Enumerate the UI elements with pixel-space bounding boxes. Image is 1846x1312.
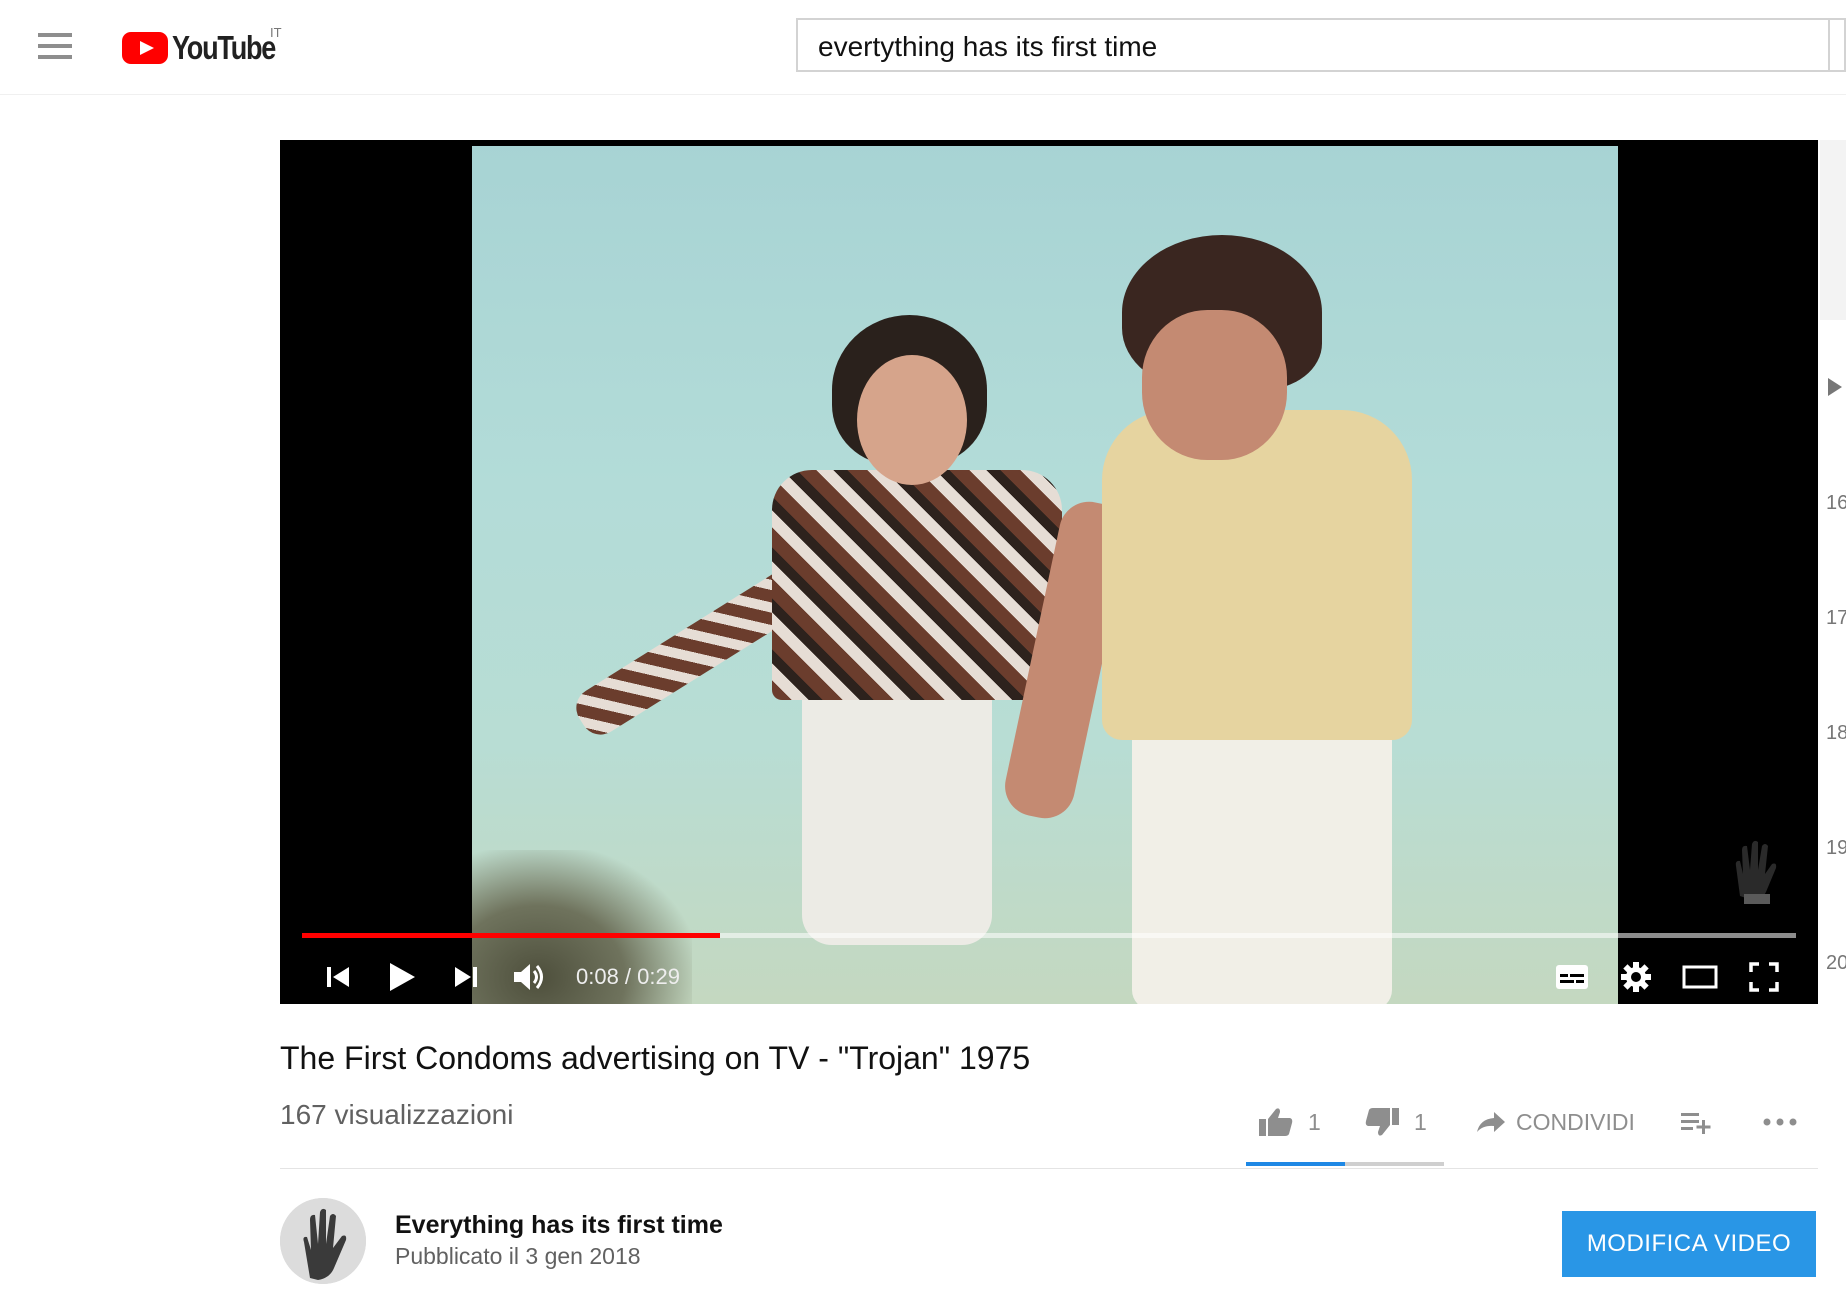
dislike-button[interactable]: 1	[1364, 1100, 1427, 1144]
like-count: 1	[1308, 1108, 1321, 1135]
like-dislike-ratio-bar	[1246, 1162, 1444, 1166]
previous-button[interactable]	[318, 950, 358, 1004]
publish-date: Pubblicato il 3 gen 2018	[395, 1243, 641, 1269]
settings-button[interactable]	[1614, 950, 1658, 1004]
frame-figure	[772, 470, 1062, 700]
fullscreen-icon	[1749, 962, 1779, 992]
logo-text: YouTube	[172, 29, 276, 66]
sidebar-number: 17	[1826, 607, 1846, 629]
frame-figure	[1017, 760, 1072, 815]
play-button[interactable]	[380, 950, 424, 1004]
time-display: 0:08 / 0:29	[576, 964, 680, 989]
progress-played	[302, 933, 721, 938]
frame-figure	[857, 355, 967, 485]
video-title: The First Condoms advertising on TV - "T…	[280, 1040, 1031, 1076]
frame-figure	[1102, 410, 1412, 740]
sidebar-thumbnail[interactable]	[1820, 140, 1846, 320]
search-input[interactable]: evertything has its first time	[796, 18, 1846, 72]
search-divider	[1828, 20, 1830, 70]
edit-video-button[interactable]: MODIFICA VIDEO	[1562, 1211, 1816, 1277]
subtitles-button[interactable]	[1550, 950, 1594, 1004]
previous-icon	[327, 967, 349, 987]
frame-figure	[1142, 310, 1287, 460]
sidebar-number: 19	[1826, 837, 1846, 859]
theater-mode-button[interactable]	[1678, 950, 1722, 1004]
player-controls: 0:08 / 0:29	[280, 950, 1818, 1004]
sidebar-number: 20	[1826, 952, 1846, 974]
next-button[interactable]	[446, 950, 486, 1004]
share-icon	[1477, 1112, 1505, 1132]
country-code: IT	[270, 25, 282, 40]
settings-icon	[1621, 962, 1651, 992]
more-icon	[1763, 1118, 1797, 1126]
sidebar-partial: 16 17 18 19 20	[1820, 140, 1846, 1312]
youtube-play-icon	[122, 32, 168, 64]
masthead: YouTube IT evertything has its first tim…	[0, 0, 1846, 95]
frame-figure	[802, 685, 992, 945]
play-arrow-icon[interactable]	[1828, 378, 1842, 396]
add-to-playlist-icon	[1681, 1113, 1711, 1134]
share-button[interactable]: CONDIVIDI	[1476, 1100, 1635, 1144]
more-actions-button[interactable]	[1762, 1100, 1798, 1144]
dislike-count: 1	[1414, 1108, 1427, 1135]
section-divider	[280, 1168, 1818, 1169]
like-button[interactable]: 1	[1258, 1100, 1321, 1144]
like-ratio-fill	[1246, 1162, 1345, 1166]
channel-watermark-icon[interactable]	[1728, 836, 1784, 906]
sidebar-number: 16	[1826, 492, 1846, 514]
fullscreen-button[interactable]	[1742, 950, 1786, 1004]
next-icon	[455, 967, 477, 987]
search-query[interactable]: evertything has its first time	[818, 31, 1157, 63]
hand-icon	[280, 1198, 366, 1284]
thumbs-up-icon	[1259, 1108, 1293, 1136]
share-label: CONDIVIDI	[1516, 1108, 1635, 1135]
subtitles-icon	[1556, 965, 1588, 989]
hamburger-menu-icon[interactable]	[38, 33, 72, 59]
volume-button[interactable]	[508, 950, 552, 1004]
frame-edge	[472, 140, 1618, 146]
theater-mode-icon	[1682, 965, 1718, 989]
video-frame[interactable]	[472, 140, 1618, 1004]
progress-bar[interactable]	[302, 933, 1796, 938]
play-icon	[390, 963, 415, 991]
view-count: 167 visualizzazioni	[280, 1099, 514, 1130]
add-to-playlist-button[interactable]	[1680, 1100, 1712, 1144]
thumbs-down-icon	[1365, 1108, 1399, 1136]
video-player[interactable]	[280, 140, 1818, 1004]
sidebar-number: 18	[1826, 722, 1846, 744]
channel-name[interactable]: Everything has its first time	[395, 1211, 723, 1240]
channel-avatar[interactable]	[280, 1198, 366, 1284]
volume-icon	[514, 964, 543, 990]
